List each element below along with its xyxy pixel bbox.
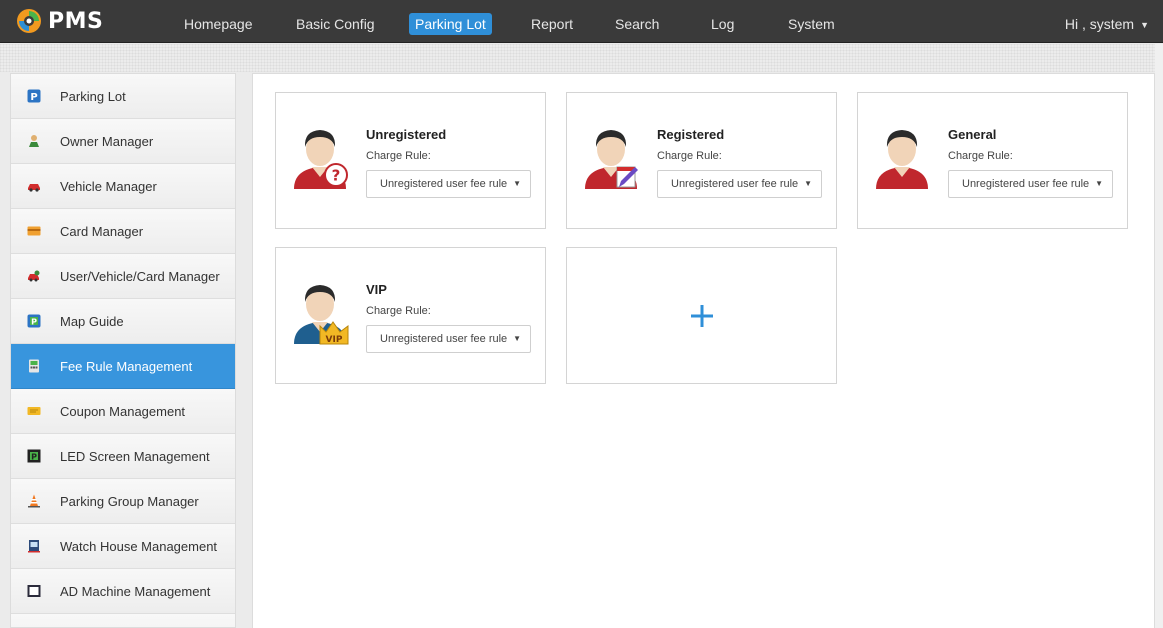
sidebar-item-label: Owner Manager [60,133,154,149]
map-guide-icon: P [27,314,41,328]
dropdown-caret-icon: ▼ [804,179,812,188]
sidebar-item-parking-lot[interactable]: P Parking Lot [11,74,235,119]
user-type-card-vip[interactable]: VIP VIP Charge Rule: Unregistered user f… [275,247,546,384]
charge-rule-value: Unregistered user fee rule [380,333,508,345]
sidebar-item-map-guide[interactable]: P Map Guide [11,299,235,344]
dropdown-caret-icon: ▼ [1095,179,1103,188]
user-type-card-general[interactable]: General Charge Rule: Unregistered user f… [857,92,1128,229]
parking-group-icon [28,494,40,508]
sidebar-item-led-screen-management[interactable]: P LED Screen Management [11,434,235,479]
charge-rule-label: Charge Rule: [657,150,722,162]
sidebar-item-user-vehicle-card-manager[interactable]: User/Vehicle/Card Manager [11,254,235,299]
charge-rule-select[interactable]: Unregistered user fee rule ▼ [948,170,1113,198]
sidebar-item-label: AD Machine Management [60,583,211,599]
user-greeting: Hi , system [1064,16,1135,32]
card-title: Registered [657,127,725,142]
app-name: PMS [48,8,104,34]
top-navigation-bar: PMS Homepage Basic Config Parking Lot Re… [0,0,1163,43]
led-screen-icon: P [27,449,41,463]
ad-machine-icon [27,585,41,597]
user-avatar-unregistered-icon: ? [294,130,348,189]
nav-parking-lot[interactable]: Parking Lot [409,13,492,35]
charge-rule-label: Charge Rule: [366,150,431,162]
add-user-type-card[interactable] [566,247,837,384]
chevron-down-icon: ▼ [1140,20,1149,30]
nav-homepage[interactable]: Homepage [178,13,259,35]
sidebar-item-vehicle-manager[interactable]: Vehicle Manager [11,164,235,209]
sidebar-item-fee-rule-management[interactable]: Fee Rule Management [11,344,235,389]
user-vehicle-card-icon [28,270,40,282]
page-scrollbar[interactable] [1155,44,1163,628]
card-title: General [948,127,997,142]
sidebar-item-label: Parking Group Manager [60,493,199,509]
user-avatar-vip-icon: VIP [294,285,349,345]
sidebar-item-card-manager[interactable]: Card Manager [11,209,235,254]
pms-logo-icon [17,9,41,33]
card-title: VIP [366,282,387,297]
sidebar: P Parking Lot Owner Manager Vehicle Mana… [10,73,236,628]
vip-badge-text: VIP [326,335,343,345]
nav-basic-config[interactable]: Basic Config [290,13,381,35]
nav-log[interactable]: Log [705,13,740,35]
charge-rule-select[interactable]: Unregistered user fee rule ▼ [366,325,531,353]
plus-icon [690,304,713,327]
card-title: Unregistered [366,127,447,142]
sidebar-item-coupon-management[interactable]: Coupon Management [11,389,235,434]
sidebar-item-owner-manager[interactable]: Owner Manager [11,119,235,164]
sidebar-item-ad-machine-management[interactable]: AD Machine Management [11,569,235,614]
svg-text:?: ? [332,167,341,185]
user-avatar-registered-icon [585,130,638,189]
svg-text:P: P [31,318,37,327]
sidebar-item-label: User/Vehicle/Card Manager [60,268,220,284]
header-band [0,44,1163,72]
charge-rule-select[interactable]: Unregistered user fee rule ▼ [657,170,822,198]
dropdown-caret-icon: ▼ [513,179,521,188]
user-avatar-general-icon [876,130,928,189]
charge-rule-label: Charge Rule: [948,150,1013,162]
charge-rule-value: Unregistered user fee rule [962,178,1090,190]
svg-text:P: P [30,92,37,103]
sidebar-item-parking-group-manager[interactable]: Parking Group Manager [11,479,235,524]
card-icon [27,226,41,236]
user-menu[interactable]: Hi , system ▼ [1065,13,1149,35]
nav-system[interactable]: System [782,13,841,35]
sidebar-item-label: LED Screen Management [60,448,210,464]
sidebar-item-label: Parking Lot [60,88,126,104]
sidebar-item-label: Watch House Management [60,538,218,554]
dropdown-caret-icon: ▼ [513,334,521,343]
sidebar-item-more[interactable] [11,614,235,627]
user-type-card-unregistered[interactable]: ? Unregistered Charge Rule: Unregistered… [275,92,546,229]
charge-rule-value: Unregistered user fee rule [380,178,508,190]
svg-text:P: P [31,453,37,462]
sidebar-item-label: Coupon Management [60,403,186,419]
sidebar-item-label: Map Guide [60,313,124,329]
sidebar-item-label: Card Manager [60,223,144,239]
charge-rule-value: Unregistered user fee rule [671,178,799,190]
sidebar-item-label: Fee Rule Management [60,358,193,374]
fee-rule-icon [29,359,39,373]
parking-lot-icon: P [27,89,41,103]
charge-rule-select[interactable]: Unregistered user fee rule ▼ [366,170,531,198]
user-type-card-registered[interactable]: Registered Charge Rule: Unregistered use… [566,92,837,229]
owner-icon [29,135,39,147]
coupon-icon [27,407,41,415]
charge-rule-label: Charge Rule: [366,305,431,317]
app-logo[interactable]: PMS [16,7,103,35]
fee-rule-panel: ? Unregistered Charge Rule: Unregistered… [252,73,1155,628]
sidebar-item-watch-house-management[interactable]: Watch House Management [11,524,235,569]
nav-report[interactable]: Report [525,13,579,35]
nav-search[interactable]: Search [609,13,665,35]
sidebar-item-label: Vehicle Manager [60,178,157,194]
vehicle-icon [28,184,40,192]
watch-house-icon [28,540,40,553]
